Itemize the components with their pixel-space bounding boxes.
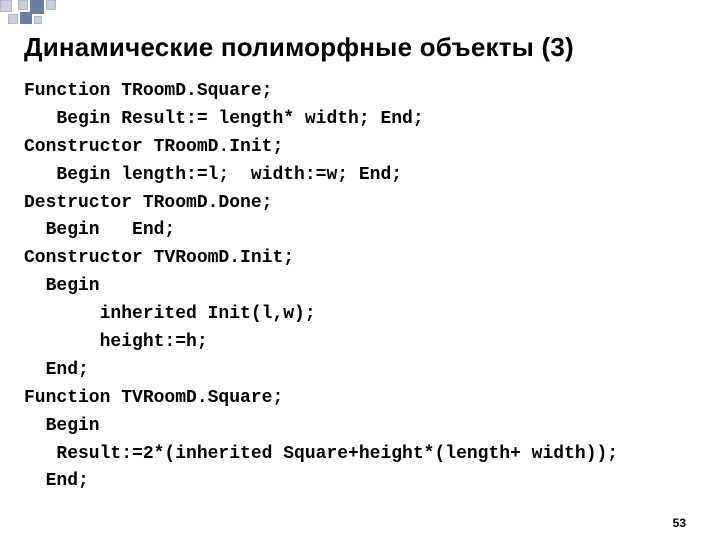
page-number: 53: [673, 516, 686, 530]
code-block: Function TRoomD.Square; Begin Result:= l…: [24, 78, 702, 496]
slide-title: Динамические полиморфные объекты (3): [24, 32, 574, 63]
corner-decoration: [0, 0, 90, 30]
